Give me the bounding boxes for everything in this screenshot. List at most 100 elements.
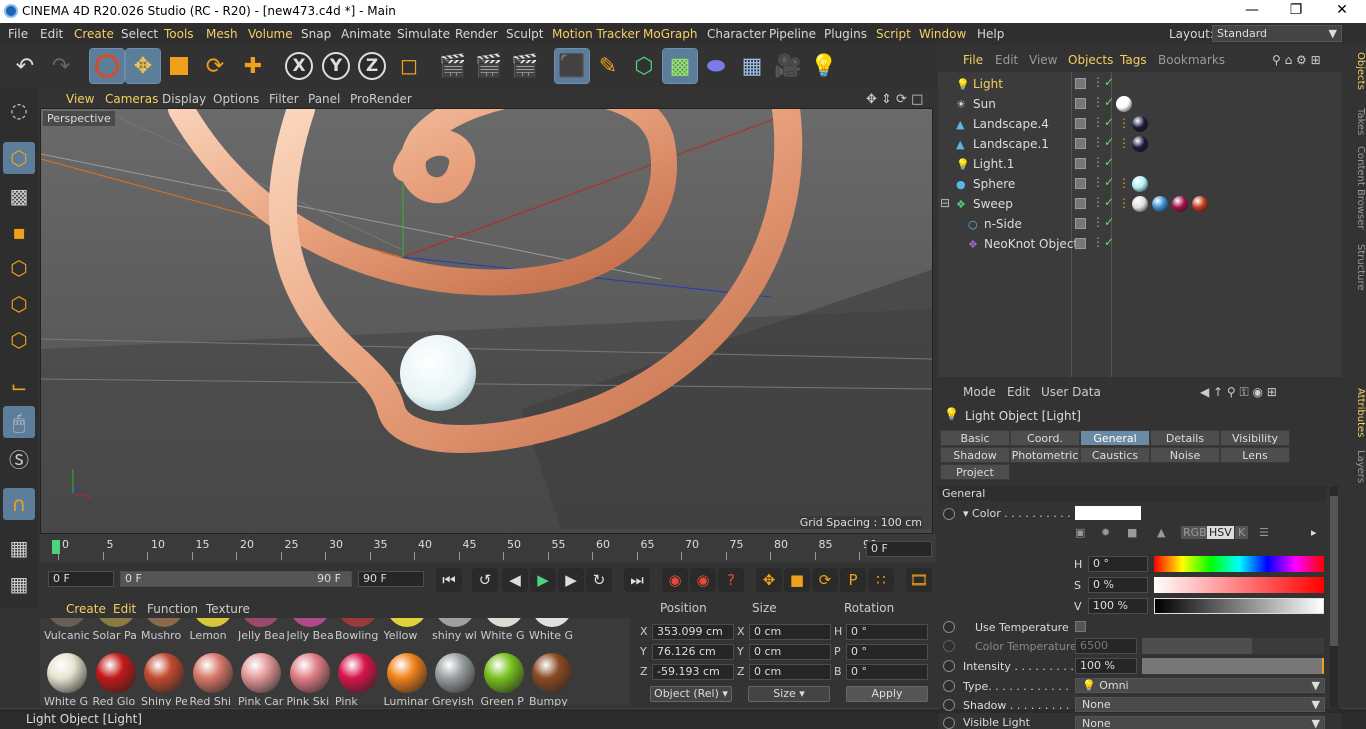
solo-mode-icon[interactable]: Ⓢ [3,442,35,474]
render-settings-icon[interactable]: 🎬 [508,49,542,83]
visibility-check-icon[interactable]: ⋮✓ [1092,175,1114,189]
attribute-tab[interactable]: Project [940,464,1010,480]
viewport-menu-cameras[interactable]: Cameras [105,92,158,106]
objects-menu-tags[interactable]: Tags [1120,53,1147,67]
menu-script[interactable]: Script [876,27,911,41]
material-swatch[interactable]: Shiny Pe [141,650,187,706]
phong-tag-icon[interactable]: ⋮ [1118,116,1130,130]
timeline-icon[interactable]: 🎞 [906,568,932,592]
hue-field[interactable]: 0 ° [1088,556,1148,572]
previous-key-icon[interactable]: ↺ [472,568,498,592]
intensity-slider[interactable] [1142,658,1324,674]
model-mode-icon[interactable]: ⬡ [3,142,35,174]
layer-checkbox[interactable] [1075,158,1086,169]
object-row[interactable]: 💡 Light ⋮✓ [938,74,1342,94]
material-swatch[interactable]: Green P [481,650,527,706]
menu-file[interactable]: File [8,27,28,41]
visibility-check-icon[interactable]: ⋮✓ [1092,95,1114,109]
object-row[interactable]: ○ n-Side ⋮✓ [938,214,1342,234]
perspective-viewport[interactable]: Perspective Grid Spacing : 100 cm [40,108,933,534]
close-button[interactable]: ✕ [1322,2,1362,20]
value-field[interactable]: 100 % [1088,598,1148,614]
menu-render[interactable]: Render [455,27,498,41]
material-tag-icon[interactable] [1132,116,1148,132]
object-row[interactable]: ❖ Sweep ⋮✓ ⊟ ⋮ [938,194,1342,214]
menu-select[interactable]: Select [121,27,158,41]
attribute-tab[interactable]: Photometric [1010,447,1080,463]
y-axis-lock-button[interactable]: Y [322,52,350,80]
material-swatch[interactable]: shiny wl [432,618,478,642]
viewport-menu-view[interactable]: View [66,92,94,106]
menu-volume[interactable]: Volume [248,27,293,41]
menu-pipeline[interactable]: Pipeline [769,27,816,41]
attr-navigation-icon[interactable]: ◀ ↑ ⚲ ⚿ ◉ ⊞ [1200,385,1277,400]
object-name[interactable]: NeoKnot Object [984,237,1078,251]
side-tab-layers[interactable]: Layers [1342,450,1366,483]
material-swatch[interactable]: Bumpy [529,650,575,706]
saturation-field[interactable]: 0 % [1088,577,1148,593]
live-selection-icon[interactable] [89,48,125,84]
material-tag-icon[interactable] [1172,196,1188,212]
timeline-ruler[interactable]: 051015202530354045505560657075808590 0 F [40,534,936,562]
undo-icon[interactable]: ↶ [8,49,42,83]
material-swatch[interactable]: White G [481,618,527,642]
object-name[interactable]: Sun [973,97,996,111]
menu-plugins[interactable]: Plugins [824,27,867,41]
material-swatch[interactable]: Mushro [141,618,187,642]
scale-tool-icon[interactable] [162,49,196,83]
shadow-dropdown[interactable]: None ▼ [1075,697,1325,712]
objects-menu-view[interactable]: View [1029,53,1057,67]
material-swatch[interactable]: White G [44,650,90,706]
material-menu-edit[interactable]: Edit [113,602,136,616]
make-editable-icon[interactable]: ◌ [3,94,35,126]
polygons-mode-icon[interactable]: ⬡ [3,324,35,356]
size-field[interactable]: 0 cm [749,644,831,660]
record-parameter-icon[interactable]: P [840,568,866,592]
attribute-tab[interactable]: Visibility [1220,430,1290,446]
visibility-check-icon[interactable]: ⋮✓ [1092,75,1114,89]
viewport-menu-prorender[interactable]: ProRender [350,92,412,106]
shadow-radio[interactable] [943,699,955,711]
object-name[interactable]: Light [973,77,1003,91]
material-swatch[interactable]: Jelly Bea [238,618,284,642]
record-rotation-icon[interactable]: ⟳ [812,568,838,592]
rotate-tool-icon[interactable]: ⟳ [198,49,232,83]
keyframe-selection-icon[interactable]: ? [718,568,744,592]
material-swatch[interactable]: Pink [335,650,381,706]
previous-frame-icon[interactable]: ◀ [502,568,528,592]
material-swatch[interactable]: Vulcanic [44,618,90,642]
visibility-check-icon[interactable]: ⋮✓ [1092,215,1114,229]
material-swatch[interactable]: Greyish [432,650,478,706]
camera-icon[interactable]: 🎥 [771,49,805,83]
object-row[interactable]: 💡 Light.1 ⋮✓ [938,154,1342,174]
record-active-icon[interactable]: ◉ [662,568,688,592]
minimize-button[interactable]: — [1232,2,1272,20]
maximize-button[interactable]: ❐ [1276,2,1316,20]
color-wheel-icon[interactable]: ▣ [1075,526,1085,539]
tweak-mode-icon[interactable]: 🖱 [3,406,35,438]
material-menu-function[interactable]: Function [147,602,198,616]
mixer-icon[interactable]: ☰ [1259,526,1269,539]
object-row[interactable]: ● Sphere ⋮✓ ⋮ [938,174,1342,194]
phong-tag-icon[interactable]: ⋮ [1118,196,1130,210]
render-picture-viewer-icon[interactable]: 🎬 [472,49,506,83]
color-animation-radio[interactable] [943,508,955,520]
record-position-icon[interactable]: ✥ [756,568,782,592]
menu-sculpt[interactable]: Sculpt [506,27,543,41]
size-field[interactable]: 0 cm [749,624,831,640]
menu-create[interactable]: Create [74,27,114,41]
deformer-icon[interactable]: ⬬ [699,49,733,83]
objects-menu-edit[interactable]: Edit [995,53,1018,67]
rotation-field[interactable]: 0 ° [846,664,928,680]
material-swatch[interactable]: Bowling [335,618,381,642]
planar-workplane-icon[interactable]: ▦ [3,568,35,600]
side-tab-objects[interactable]: Objects [1342,52,1366,90]
hue-slider[interactable] [1154,556,1324,572]
object-name[interactable]: n-Side [984,217,1022,231]
object-row[interactable]: ☀ Sun ⋮✓ [938,94,1342,114]
color-temperature-radio[interactable] [943,640,955,652]
next-frame-icon[interactable]: ▶ [558,568,584,592]
material-swatch[interactable]: Pink Car [238,650,284,706]
start-frame-field[interactable]: 0 F [48,571,114,587]
next-key-icon[interactable]: ↻ [586,568,612,592]
